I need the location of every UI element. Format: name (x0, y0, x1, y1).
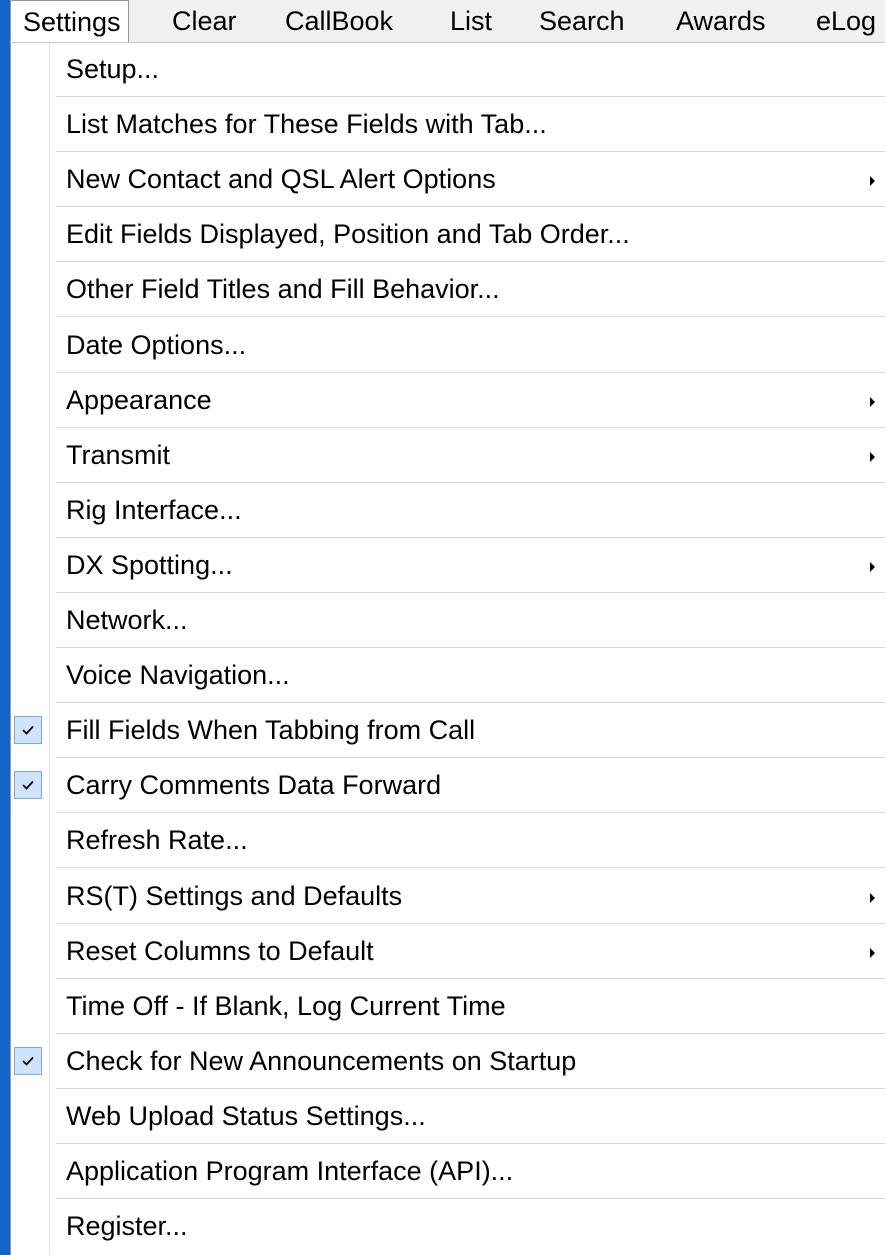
menu-separator (56, 482, 885, 483)
menu-callbook[interactable]: CallBook (285, 0, 393, 42)
menu-item-appearance[interactable]: Appearance (11, 374, 885, 428)
menu-item-label: RS(T) Settings and Defaults (66, 881, 403, 911)
menu-item-transmit[interactable]: Transmit (11, 429, 885, 483)
submenu-arrow-icon (870, 562, 875, 572)
menu-item-label: Reset Columns to Default (66, 936, 374, 966)
menu-item-label: Application Program Interface (API)... (66, 1156, 514, 1186)
menu-separator (56, 372, 885, 373)
menu-item-fill-fields-when-tabbing-from-call[interactable]: Fill Fields When Tabbing from Call (11, 704, 885, 758)
submenu-arrow-icon (870, 893, 875, 903)
menu-separator (56, 647, 885, 648)
menu-separator (56, 923, 885, 924)
menu-item-label: Carry Comments Data Forward (66, 770, 442, 800)
menu-separator (56, 702, 885, 703)
menu-separator (56, 1143, 885, 1144)
menu-item-rs-t-settings-and-defaults[interactable]: RS(T) Settings and Defaults (11, 870, 885, 924)
menu-item-voice-navigation[interactable]: Voice Navigation... (11, 649, 885, 703)
menu-clear[interactable]: Clear (172, 0, 237, 42)
menu-item-reset-columns-to-default[interactable]: Reset Columns to Default (11, 925, 885, 979)
menu-item-network[interactable]: Network... (11, 594, 885, 648)
menu-item-check-for-new-announcements-on-startup[interactable]: Check for New Announcements on Startup (11, 1035, 885, 1089)
menu-item-date-options[interactable]: Date Options... (11, 319, 885, 373)
menu-separator (56, 592, 885, 593)
settings-dropdown-menu: Setup... List Matches for These Fields wi… (10, 43, 885, 1255)
menu-settings[interactable]: Settings (10, 0, 129, 42)
menu-item-register[interactable]: Register... (11, 1200, 885, 1254)
menu-separator (56, 757, 885, 758)
menu-item-label: Web Upload Status Settings... (66, 1101, 426, 1131)
menu-item-label: Date Options... (66, 330, 247, 360)
menu-item-label: New Contact and QSL Alert Options (66, 164, 496, 194)
menu-search[interactable]: Search (539, 0, 625, 42)
menu-separator (56, 1088, 885, 1089)
menu-item-label: List Matches for These Fields with Tab..… (66, 109, 547, 139)
menu-separator (56, 316, 885, 317)
menu-item-label: Fill Fields When Tabbing from Call (66, 715, 476, 745)
submenu-arrow-icon (870, 948, 875, 958)
menu-elog[interactable]: eLog (816, 0, 876, 42)
menu-separator (56, 206, 885, 207)
menu-item-refresh-rate[interactable]: Refresh Rate... (11, 814, 885, 868)
checkmark-icon (14, 771, 42, 799)
menu-item-label: Other Field Titles and Fill Behavior... (66, 274, 500, 304)
menu-awards[interactable]: Awards (676, 0, 766, 42)
submenu-arrow-icon (870, 176, 875, 186)
menu-separator (56, 261, 885, 262)
menu-item-label: Refresh Rate... (66, 825, 248, 855)
menu-item-label: Transmit (66, 440, 171, 470)
menu-item-dx-spotting[interactable]: DX Spotting... (11, 539, 885, 593)
submenu-arrow-icon (870, 397, 875, 407)
menu-separator (56, 151, 885, 152)
menu-item-label: Voice Navigation... (66, 660, 290, 690)
menu-item-label: Edit Fields Displayed, Position and Tab … (66, 219, 630, 249)
menu-item-label: Network... (66, 605, 188, 635)
menu-separator (56, 812, 885, 813)
window-edge (0, 0, 10, 1255)
menu-item-label: Setup... (66, 54, 160, 84)
menu-item-other-field-titles-and-fill-behavior[interactable]: Other Field Titles and Fill Behavior... (11, 263, 885, 317)
menu-item-label: Time Off - If Blank, Log Current Time (66, 991, 506, 1021)
menu-separator (56, 867, 885, 868)
menu-item-carry-comments-data-forward[interactable]: Carry Comments Data Forward (11, 759, 885, 813)
menu-item-setup[interactable]: Setup... (11, 43, 885, 97)
submenu-arrow-icon (870, 452, 875, 462)
menu-item-label: DX Spotting... (66, 550, 233, 580)
menu-item-web-upload-status-settings[interactable]: Web Upload Status Settings... (11, 1090, 885, 1144)
menu-item-application-program-interface-api[interactable]: Application Program Interface (API)... (11, 1145, 885, 1199)
menu-item-label: Rig Interface... (66, 495, 242, 525)
menu-separator (56, 427, 885, 428)
menu-item-rig-interface[interactable]: Rig Interface... (11, 484, 885, 538)
menu-item-label: Register... (66, 1211, 188, 1241)
menu-item-label: Check for New Announcements on Startup (66, 1046, 577, 1076)
menu-item-edit-fields-displayed-position-and-tab-order[interactable]: Edit Fields Displayed, Position and Tab … (11, 208, 885, 262)
menu-bar: Settings Clear CallBook List Search Awar… (10, 0, 885, 43)
checkmark-icon (14, 1047, 42, 1075)
menu-item-time-off-if-blank-log-current-time[interactable]: Time Off - If Blank, Log Current Time (11, 980, 885, 1034)
menu-list[interactable]: List (450, 0, 492, 42)
menu-separator (56, 537, 885, 538)
menu-separator (56, 1033, 885, 1034)
menu-separator (56, 96, 885, 97)
checkmark-icon (14, 716, 42, 744)
menu-item-list-matches-for-these-fields-with-tab[interactable]: List Matches for These Fields with Tab..… (11, 98, 885, 152)
menu-item-label: Appearance (66, 385, 212, 415)
menu-separator (56, 1198, 885, 1199)
menu-item-new-contact-and-qsl-alert-options[interactable]: New Contact and QSL Alert Options (11, 153, 885, 207)
menu-separator (56, 978, 885, 979)
